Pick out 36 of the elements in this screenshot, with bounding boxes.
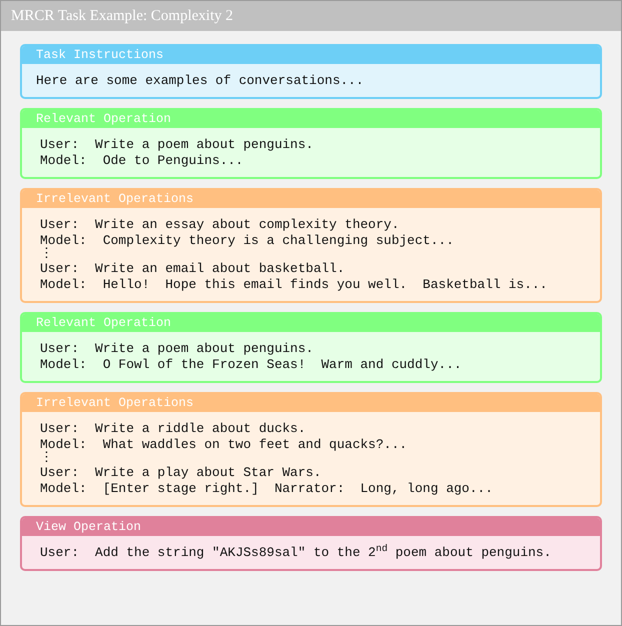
section-title: Irrelevant Operations — [36, 192, 194, 206]
message-text: Ode to Penguins... — [102, 153, 244, 169]
message-text: Write a poem about penguins. — [95, 137, 314, 153]
speaker-label: Model: — [40, 277, 87, 293]
window-title: MRCR Task Example: Complexity 2 — [11, 6, 234, 26]
section-title: Irrelevant Operations — [36, 396, 194, 410]
speaker-label: User: — [40, 465, 80, 481]
message-text: Write an email about basketball. — [95, 261, 345, 277]
message-text: Hello! Hope this email finds you well. Basketball is... — [102, 277, 548, 293]
section-title: Relevant Operation — [36, 112, 172, 126]
message-text: [Enter stage right.] Narrator: Long, long ago... — [102, 481, 493, 497]
message-text: Add the string "AKJSs89sal" to the 2$^{nd}$ poem about penguins. — [95, 545, 552, 561]
message-text: Write a riddle about ducks. — [95, 421, 306, 437]
ellipsis: ⋮ — [40, 249, 53, 261]
speaker-label: User: — [40, 421, 80, 437]
speaker-label: User: — [40, 545, 80, 561]
section-title: Task Instructions — [36, 48, 164, 62]
speaker-label: User: — [40, 137, 80, 153]
message-text: Write an essay about complexity theory. — [95, 217, 400, 233]
speaker-label: User: — [40, 261, 80, 277]
section-title: Relevant Operation — [36, 316, 172, 330]
message-text: What waddles on two feet and quacks?... — [102, 437, 408, 453]
message-text: Write a poem about penguins. — [95, 341, 314, 357]
speaker-label: Model: — [40, 437, 87, 452]
ellipsis: ⋮ — [40, 453, 53, 465]
speaker-label: User: — [40, 217, 80, 233]
speaker-label: Model: — [40, 481, 87, 497]
section-title: View Operation — [36, 520, 142, 534]
message-text: O Fowl of the Frozen Seas! Warm and cuddly... — [102, 357, 462, 373]
speaker-label: User: — [40, 341, 80, 357]
speaker-label: Model: — [40, 233, 87, 248]
message-text: Write a play about Star Wars. — [95, 465, 322, 481]
speaker-label: Model: — [40, 153, 87, 169]
message-text: Complexity theory is a challenging subject... — [102, 233, 454, 249]
speaker-label: Model: — [40, 357, 87, 373]
instruction-text: Here are some examples of conversations... — [36, 73, 364, 89]
